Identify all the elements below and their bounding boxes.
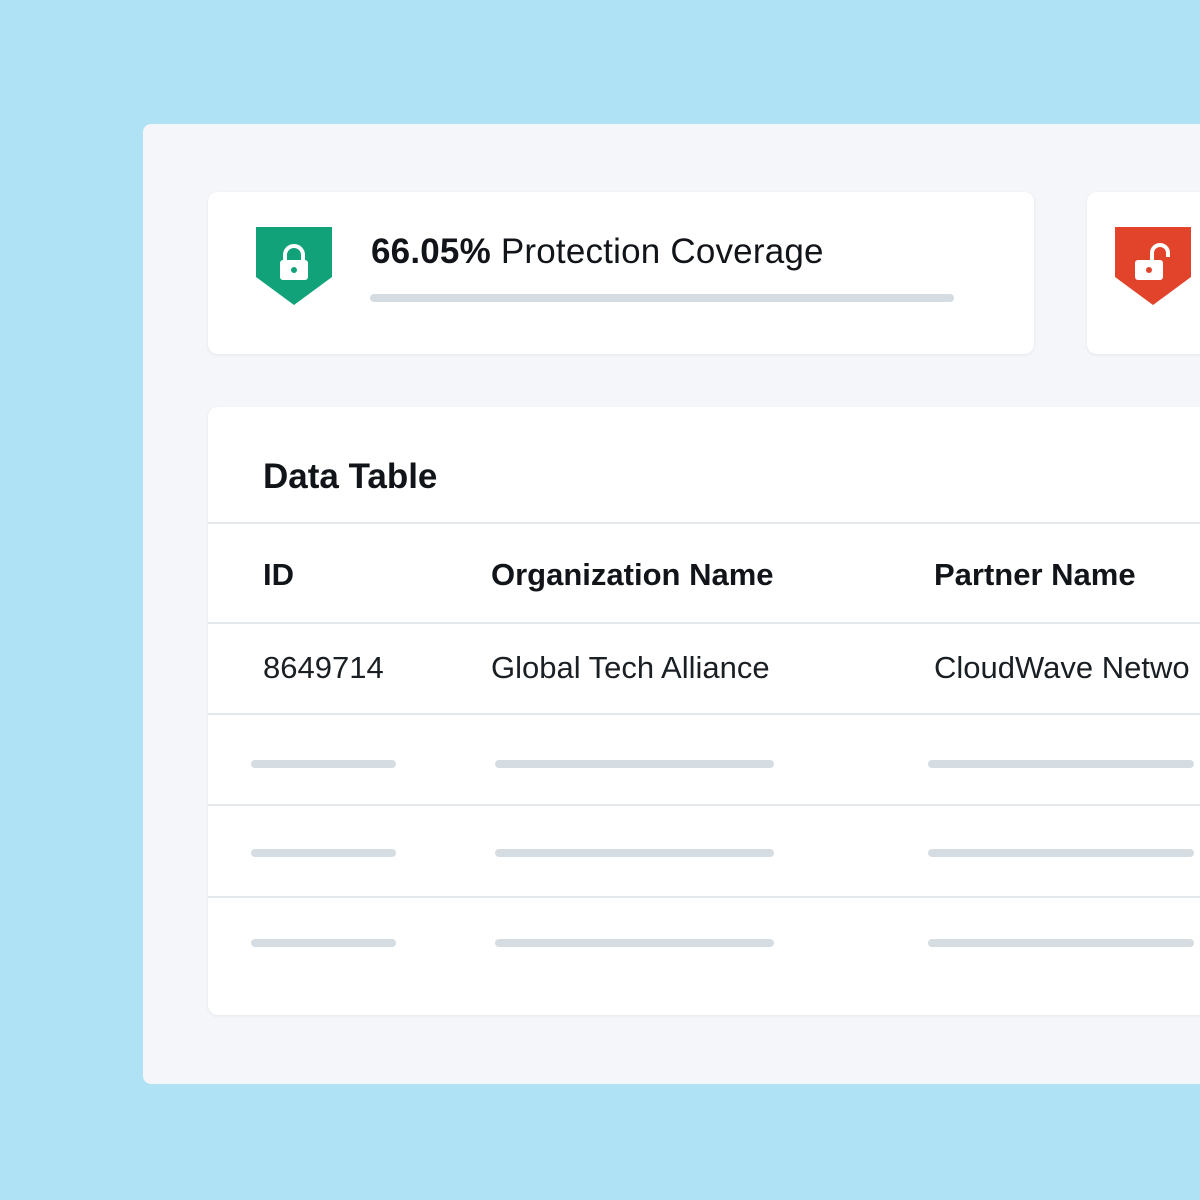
divider: [208, 522, 1200, 524]
coverage-percent: 66.05%: [371, 232, 491, 271]
skeleton-placeholder: [495, 760, 774, 768]
skeleton-placeholder: [251, 760, 396, 768]
skeleton-placeholder: [928, 760, 1194, 768]
divider: [208, 713, 1200, 715]
skeleton-placeholder: [251, 939, 396, 947]
protection-coverage-card: 66.05% Protection Coverage: [208, 192, 1034, 354]
column-header-organization[interactable]: Organization Name: [491, 555, 774, 595]
skeleton-placeholder: [928, 939, 1194, 947]
cell-partner: CloudWave Netwo: [934, 650, 1190, 685]
table-title: Data Table: [263, 457, 438, 496]
coverage-label: Protection Coverage: [490, 232, 824, 271]
column-header-id[interactable]: ID: [263, 555, 294, 595]
coverage-progress-bar: [370, 294, 954, 302]
column-header-partner[interactable]: Partner Name: [934, 555, 1136, 595]
divider: [208, 804, 1200, 806]
divider: [208, 896, 1200, 898]
coverage-title: 66.05% Protection Coverage: [371, 230, 824, 274]
risk-card: [1087, 192, 1200, 354]
skeleton-placeholder: [495, 939, 774, 947]
skeleton-placeholder: [251, 849, 396, 857]
dashboard-panel: 66.05% Protection Coverage Data Table ID…: [143, 124, 1200, 1084]
shield-unlock-icon: [1113, 225, 1193, 307]
data-table-card: Data Table ID Organization Name Partner …: [208, 407, 1200, 1015]
shield-lock-icon: [254, 225, 334, 307]
skeleton-placeholder: [495, 849, 774, 857]
cell-id: 8649714: [263, 650, 384, 685]
divider: [208, 622, 1200, 624]
cell-organization: Global Tech Alliance: [491, 650, 770, 685]
skeleton-placeholder: [928, 849, 1194, 857]
